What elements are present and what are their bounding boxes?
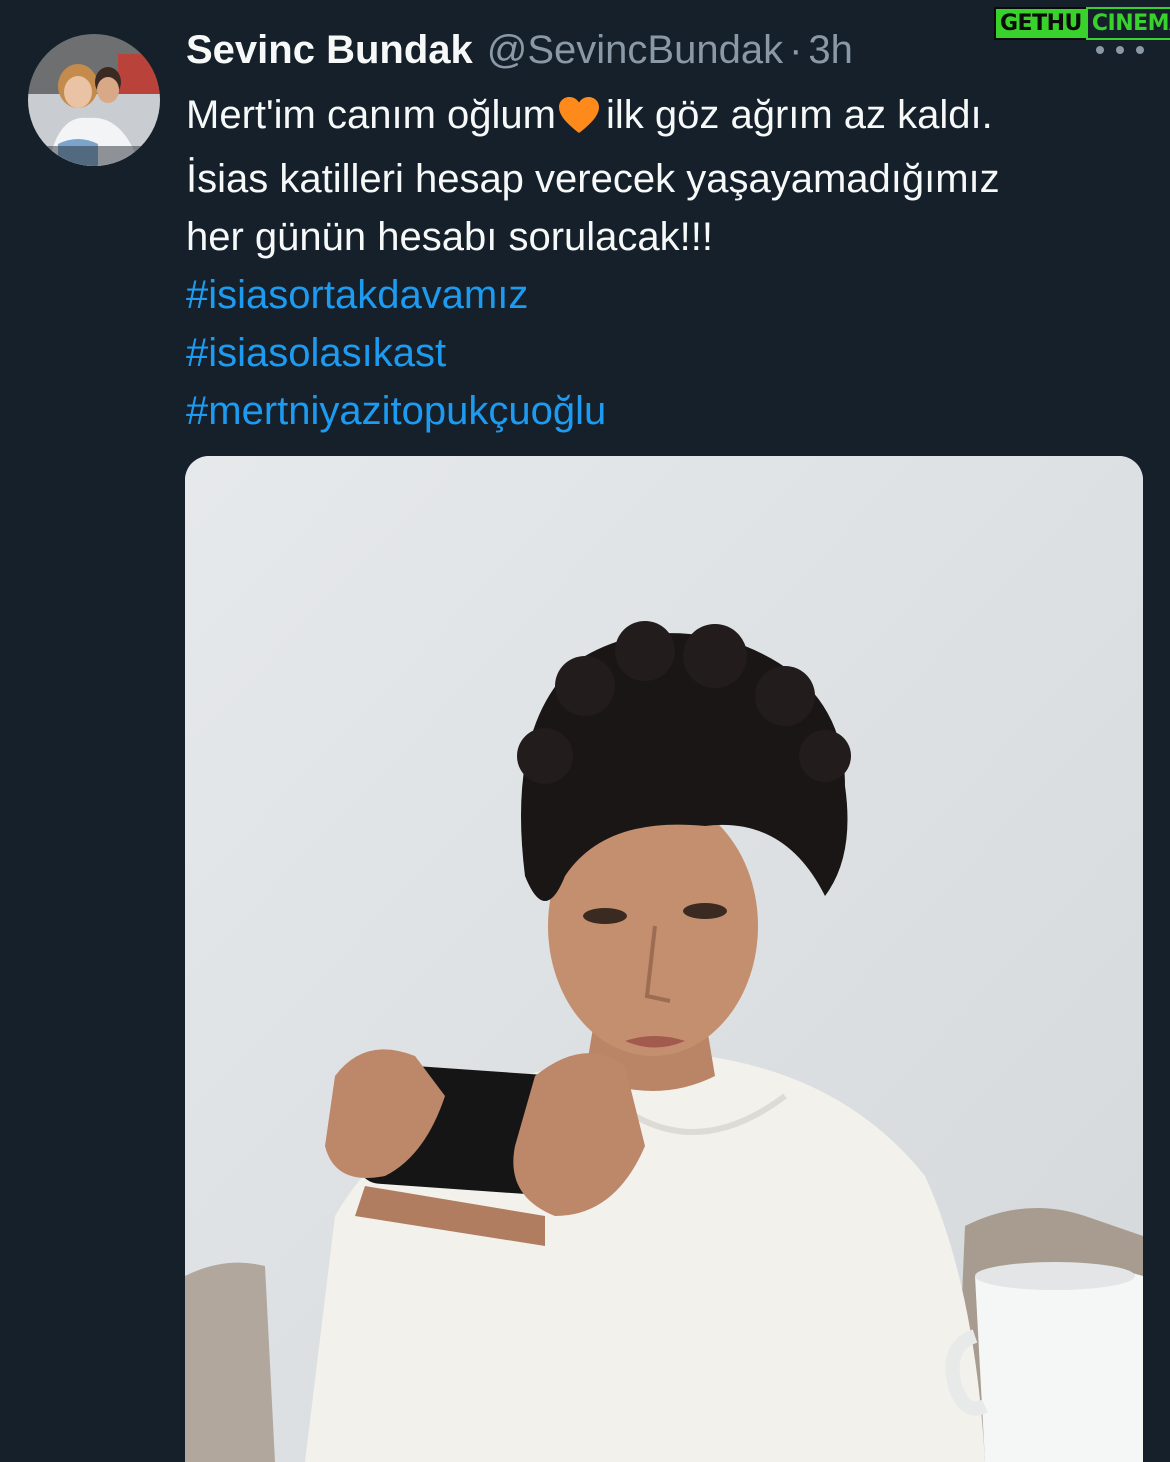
tweet-card[interactable]: Sevinc Bundak @SevincBundak · 3h GETHU C… [0, 0, 1170, 1462]
more-options-icon[interactable] [1096, 40, 1144, 60]
header-separator: · [789, 28, 803, 72]
avatar[interactable] [28, 34, 160, 166]
tweet-header: Sevinc Bundak @SevincBundak · 3h [186, 28, 853, 78]
tweet-text-segment: ilk göz ağrım az kaldı. [605, 93, 993, 137]
author-name[interactable]: Sevinc Bundak [186, 28, 473, 73]
tweet-text-line-1: Mert'im canım oğlum ilk göz ağrım az kald… [186, 86, 1146, 150]
hashtag-link[interactable]: #isiasolasıkast [186, 324, 1146, 382]
avatar-photo [28, 34, 160, 166]
author-handle[interactable]: @SevincBundak [487, 28, 783, 73]
photo-boy-with-phone [185, 456, 1143, 1462]
tweet-timestamp[interactable]: 3h [808, 28, 853, 73]
tweet-text-line-2: İsias katilleri hesap verecek yaşayamadı… [186, 157, 1000, 201]
orange-heart-icon [558, 92, 600, 150]
watermark-logo: GETHU CINEMA [994, 6, 1170, 40]
watermark-part2: CINEMA [1085, 6, 1170, 40]
hashtag-link[interactable]: #mertniyazitopukçuoğlu [186, 382, 1146, 440]
tweet-text-segment: Mert'im canım oğlum [186, 93, 556, 137]
hashtag-link[interactable]: #isiasortakdavamız [186, 266, 1146, 324]
tweet-text-line-3: her günün hesabı sorulacak!!! [186, 215, 714, 259]
watermark-part1: GETHU [994, 6, 1088, 40]
tweet-text: Mert'im canım oğlum ilk göz ağrım az kald… [186, 86, 1146, 440]
tweet-media-photo[interactable] [185, 456, 1143, 1462]
